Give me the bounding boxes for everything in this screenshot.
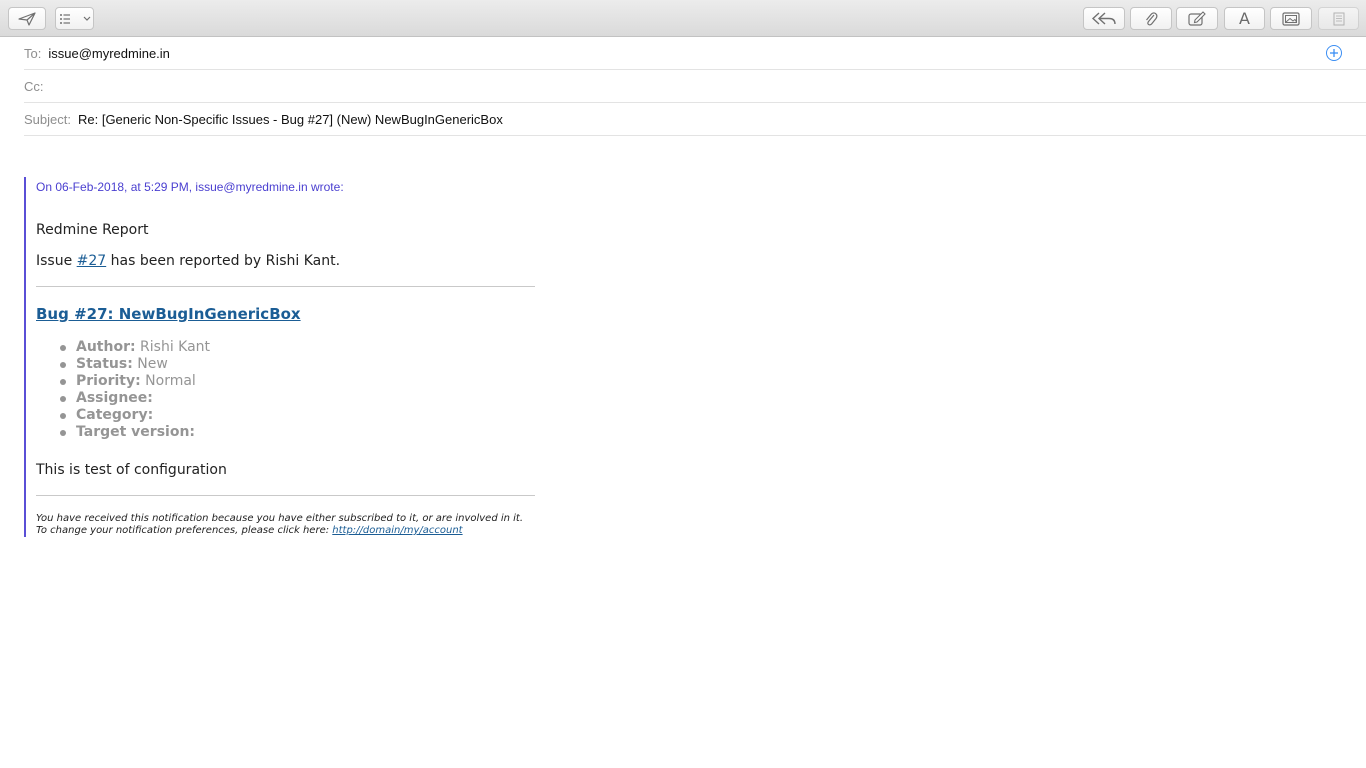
- list-icon: [59, 13, 83, 25]
- markup-button[interactable]: [1176, 7, 1218, 30]
- attribute-author: Author: Rishi Kant: [60, 339, 210, 356]
- issue-attributes: Author: Rishi Kant Status: New Priority:…: [60, 339, 210, 441]
- subject-field-row: Subject: Re: [Generic Non-Specific Issue…: [24, 103, 1366, 136]
- divider-bottom: [36, 495, 535, 496]
- format-button[interactable]: A: [1224, 7, 1265, 30]
- header-fields-button[interactable]: [55, 7, 94, 30]
- attribute-value: New: [132, 356, 168, 372]
- quote-attribution: On 06-Feb-2018, at 5:29 PM, issue@myredm…: [36, 180, 344, 194]
- attribute-label: Target version:: [76, 424, 196, 440]
- photo-browser-button[interactable]: [1270, 7, 1312, 30]
- attribute-label: Status:: [76, 356, 133, 372]
- attribute-target-version: Target version:: [60, 424, 210, 441]
- compose-toolbar: A: [0, 0, 1366, 37]
- add-contact-icon[interactable]: [1326, 45, 1342, 61]
- cc-label: Cc:: [24, 78, 44, 94]
- quoted-message: On 06-Feb-2018, at 5:29 PM, issue@myredm…: [24, 177, 544, 537]
- stationery-icon: [1333, 12, 1345, 26]
- chevron-down-icon: [83, 16, 91, 22]
- stationery-button[interactable]: [1318, 7, 1359, 30]
- issue-prefix: Issue: [36, 253, 77, 269]
- issue-link[interactable]: #27: [77, 253, 107, 269]
- pen-square-icon: [1188, 11, 1206, 26]
- attribute-priority: Priority: Normal: [60, 373, 210, 390]
- cc-field[interactable]: [51, 76, 1366, 96]
- bug-title-link[interactable]: Bug #27: NewBugInGenericBox: [36, 305, 301, 323]
- to-recipient[interactable]: issue@myredmine.in: [48, 46, 170, 61]
- to-field-row: To: issue@myredmine.in: [24, 37, 1366, 70]
- cc-field-row: Cc:: [24, 70, 1366, 103]
- attribute-value: Rishi Kant: [135, 339, 211, 355]
- report-title: Redmine Report: [36, 222, 149, 238]
- attribute-label: Category:: [76, 407, 154, 423]
- issue-description: This is test of configuration: [36, 462, 227, 478]
- paperclip-icon: [1144, 11, 1158, 27]
- attribute-label: Assignee:: [76, 390, 153, 406]
- font-icon: A: [1239, 9, 1250, 28]
- attribute-category: Category:: [60, 407, 210, 424]
- to-label: To:: [24, 45, 42, 61]
- account-link[interactable]: http://domain/my/account: [332, 525, 462, 536]
- footer-line-1: You have received this notification beca…: [36, 513, 524, 524]
- attribute-label: Author:: [76, 339, 136, 355]
- reply-all-icon: [1091, 12, 1117, 25]
- attribute-assignee: Assignee:: [60, 390, 210, 407]
- subject-label: Subject:: [24, 111, 71, 127]
- attribute-value: Normal: [140, 373, 196, 389]
- issue-reported-line: Issue #27 has been reported by Rishi Kan…: [36, 253, 340, 269]
- footer-line-2: To change your notification preferences,…: [36, 525, 523, 537]
- attribute-label: Priority:: [76, 373, 141, 389]
- issue-suffix: has been reported by Rishi Kant.: [106, 253, 341, 269]
- send-button[interactable]: [8, 7, 46, 30]
- attribute-status: Status: New: [60, 356, 210, 373]
- photo-icon: [1282, 11, 1300, 26]
- subject-field[interactable]: Re: [Generic Non-Specific Issues - Bug #…: [78, 112, 503, 127]
- attach-button[interactable]: [1130, 7, 1172, 30]
- paper-plane-icon: [18, 11, 36, 26]
- footer-line-2-text: To change your notification preferences,…: [36, 525, 333, 536]
- notification-footer: You have received this notification beca…: [36, 513, 523, 537]
- bug-title: Bug #27: NewBugInGenericBox: [36, 305, 301, 323]
- divider-top: [36, 286, 535, 287]
- reply-all-button[interactable]: [1083, 7, 1125, 30]
